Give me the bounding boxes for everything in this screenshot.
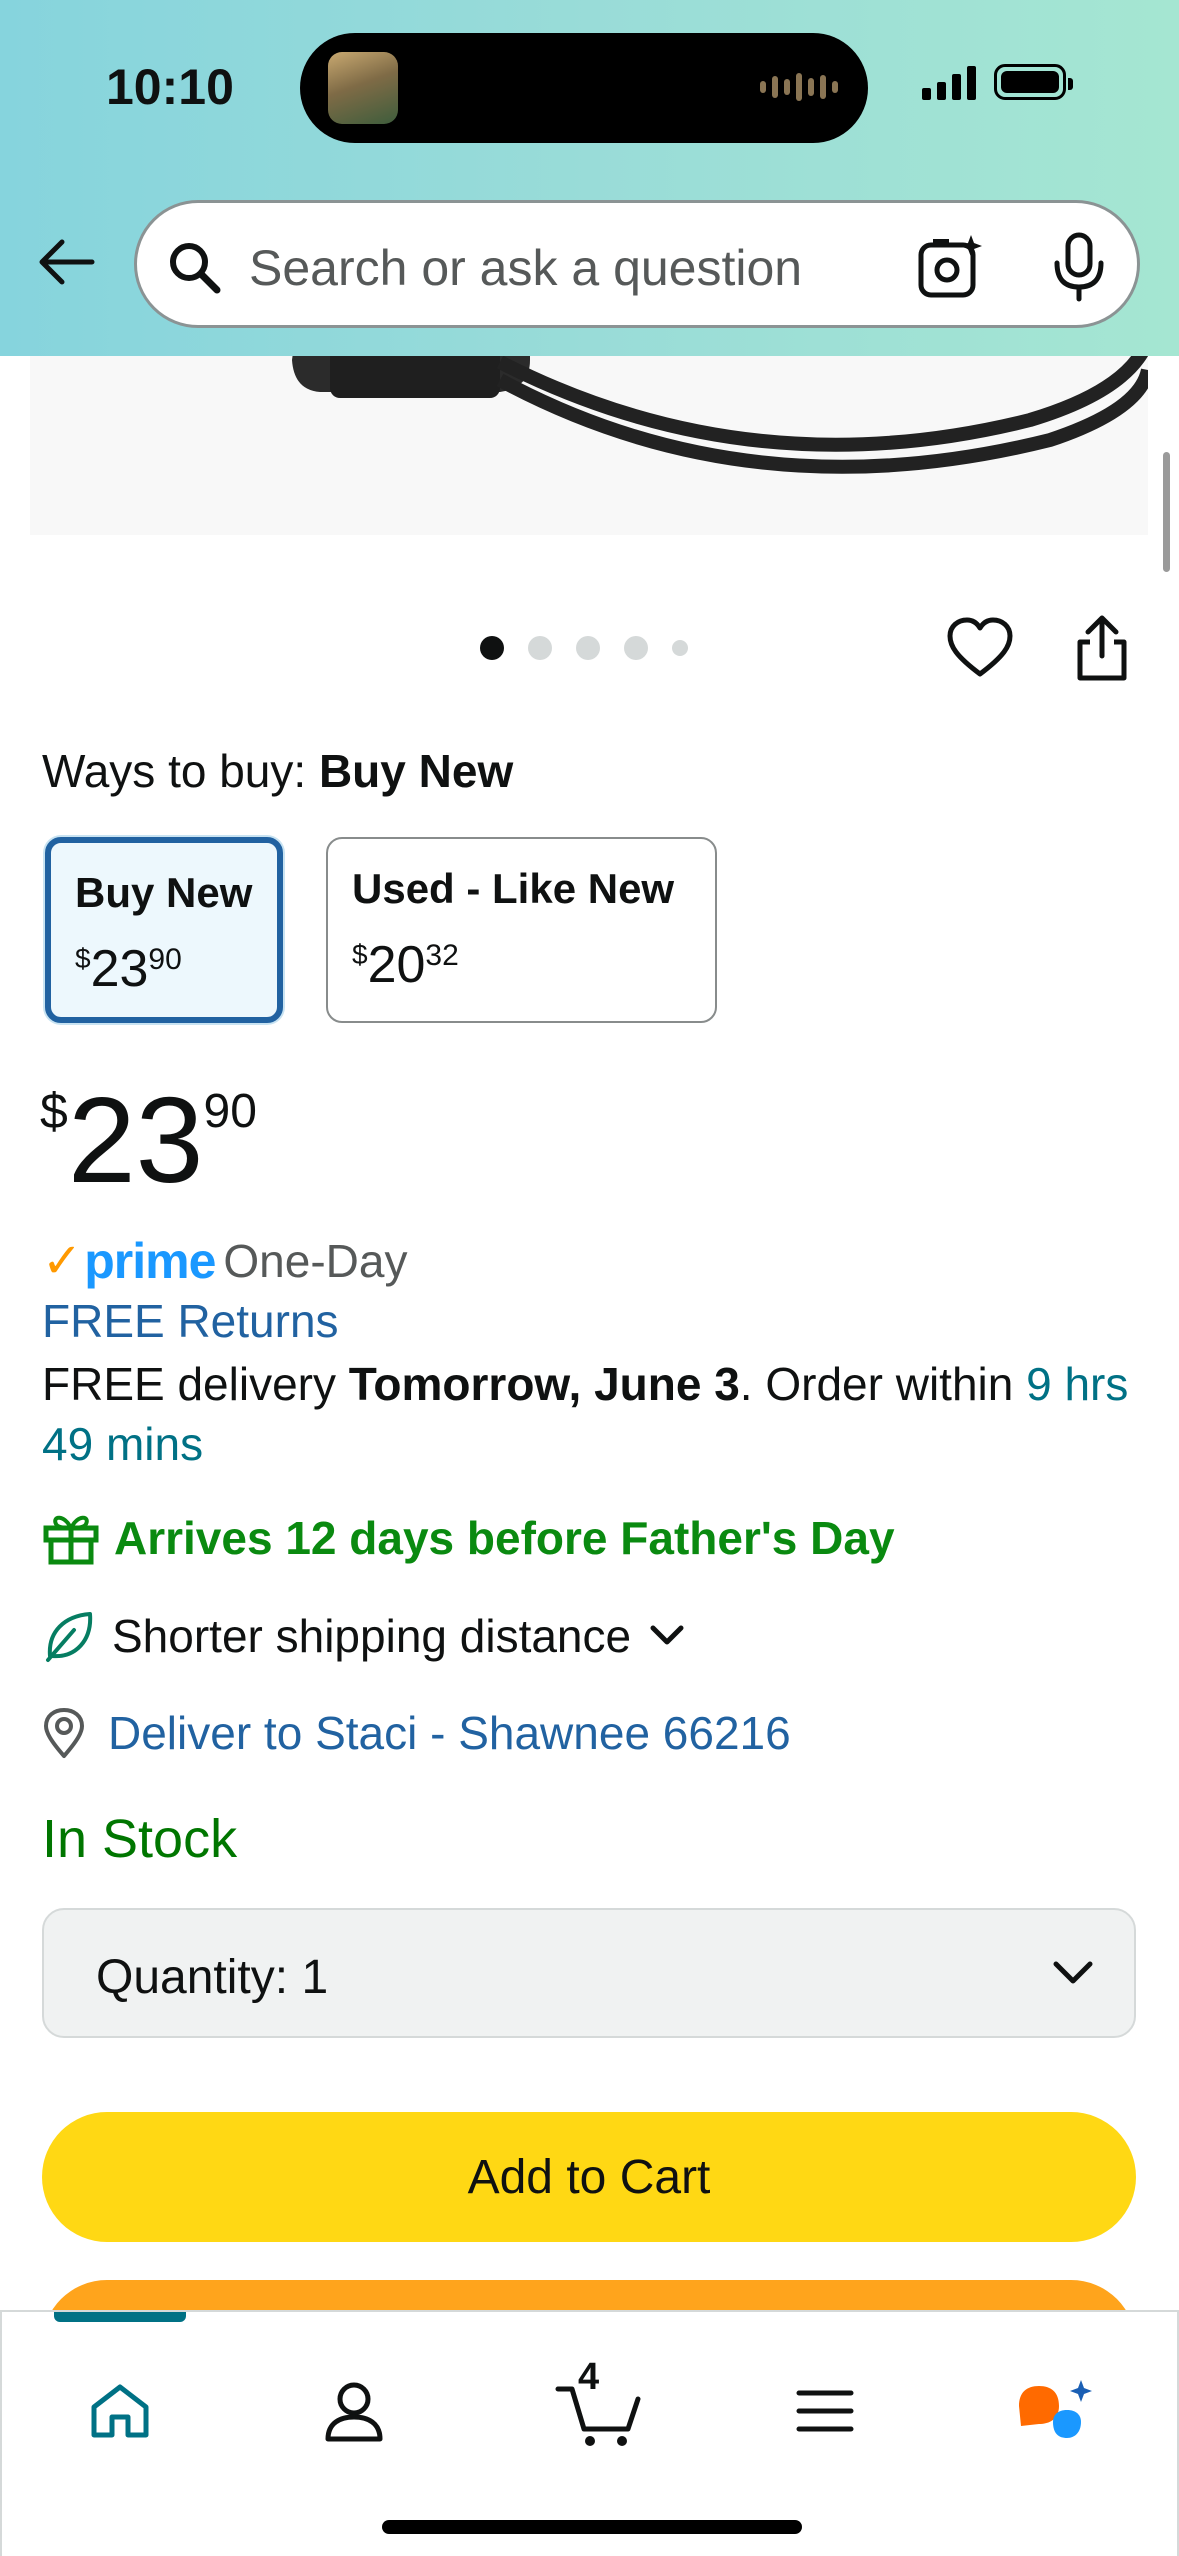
account-icon bbox=[325, 2382, 383, 2442]
microphone-icon[interactable] bbox=[1049, 231, 1109, 303]
home-indicator[interactable] bbox=[382, 2520, 802, 2534]
option-name: Used - Like New bbox=[352, 865, 675, 912]
search-bar[interactable]: Search or ask a question bbox=[134, 200, 1140, 328]
image-carousel-dots[interactable] bbox=[480, 636, 688, 660]
nav-rufus-assistant[interactable] bbox=[1000, 2356, 1110, 2466]
price-cents: 32 bbox=[425, 939, 459, 972]
search-input[interactable]: Search or ask a question bbox=[249, 239, 802, 297]
delivery-prefix: FREE delivery bbox=[42, 1358, 349, 1410]
active-tab-indicator bbox=[54, 2312, 186, 2322]
nav-home[interactable] bbox=[65, 2356, 175, 2466]
share-icon bbox=[1077, 615, 1127, 681]
delivery-middle: . Order within bbox=[739, 1358, 1027, 1410]
prime-check-icon: ✓ bbox=[42, 1235, 83, 1288]
add-to-cart-button[interactable]: Add to Cart bbox=[42, 2112, 1136, 2242]
gift-message-row: Arrives 12 days before Father's Day bbox=[42, 1510, 895, 1566]
heart-icon bbox=[947, 617, 1013, 677]
leaf-icon bbox=[46, 1612, 93, 1662]
buy-new-option[interactable]: Buy New $2390 bbox=[45, 837, 283, 1023]
deliver-to-link[interactable]: Deliver to Staci - Shawnee 66216 bbox=[42, 1706, 791, 1760]
used-like-new-option[interactable]: Used - Like New $2032 bbox=[326, 837, 717, 1023]
audio-waveform-icon bbox=[760, 73, 838, 101]
cellular-signal-icon bbox=[922, 64, 976, 100]
status-indicators bbox=[922, 64, 1073, 100]
quantity-label-text: Quantity: bbox=[96, 1951, 289, 2004]
shipping-distance-toggle[interactable]: Shorter shipping distance bbox=[42, 1608, 687, 1664]
nav-account[interactable] bbox=[299, 2356, 409, 2466]
share-button[interactable] bbox=[1072, 614, 1132, 687]
now-playing-artwork bbox=[328, 52, 398, 124]
stock-status: In Stock bbox=[42, 1809, 238, 1869]
hamburger-menu-icon bbox=[796, 2390, 854, 2432]
search-icon bbox=[170, 243, 221, 294]
deliver-to-text: Deliver to Staci - Shawnee 66216 bbox=[108, 1707, 791, 1759]
nav-menu[interactable] bbox=[770, 2356, 880, 2466]
price-dollars: 23 bbox=[67, 1072, 204, 1208]
free-returns-link[interactable]: FREE Returns bbox=[42, 1294, 339, 1348]
chevron-down-icon bbox=[650, 1625, 684, 1645]
prime-badge: ✓ prime One-Day bbox=[42, 1232, 407, 1290]
price-cents: 90 bbox=[148, 943, 182, 976]
home-icon bbox=[91, 2384, 149, 2438]
price-dollars: 23 bbox=[90, 940, 149, 998]
gift-icon bbox=[43, 1515, 99, 1565]
prime-logo: prime bbox=[84, 1233, 216, 1289]
ways-to-buy-label: Ways to buy: Buy New bbox=[42, 744, 513, 798]
currency-symbol: $ bbox=[352, 939, 368, 970]
quantity-label: Quantity: 1 bbox=[96, 1950, 328, 2005]
price-cents: 90 bbox=[203, 1085, 257, 1138]
carousel-dot[interactable] bbox=[480, 636, 504, 660]
dynamic-island[interactable] bbox=[300, 33, 868, 143]
shipping-note: Shorter shipping distance bbox=[112, 1610, 632, 1662]
scrollbar[interactable] bbox=[1163, 452, 1170, 572]
ways-to-buy-selected: Buy New bbox=[318, 745, 514, 797]
bottom-navigation: 4 bbox=[0, 2310, 1179, 2556]
battery-icon bbox=[994, 64, 1073, 100]
rufus-assistant-icon bbox=[1019, 2380, 1092, 2438]
ways-to-buy-prefix: Ways to buy: bbox=[42, 745, 319, 797]
delivery-date: Tomorrow, June 3 bbox=[348, 1358, 740, 1410]
product-price: $2390 bbox=[40, 1070, 257, 1210]
prime-speed: One-Day bbox=[223, 1235, 408, 1287]
carousel-dot[interactable] bbox=[576, 636, 600, 660]
cart-count-badge: 4 bbox=[578, 2356, 600, 2398]
option-price: $2032 bbox=[352, 935, 459, 995]
nav-cart[interactable]: 4 bbox=[534, 2356, 664, 2466]
delivery-message: FREE delivery Tomorrow, June 3. Order wi… bbox=[42, 1354, 1152, 1474]
carousel-dot[interactable] bbox=[672, 640, 688, 656]
option-name: Buy New bbox=[75, 869, 253, 916]
status-time: 10:10 bbox=[106, 59, 234, 115]
carousel-dot[interactable] bbox=[528, 636, 552, 660]
quantity-selector[interactable]: Quantity: 1 bbox=[42, 1908, 1136, 2038]
gift-message: Arrives 12 days before Father's Day bbox=[114, 1512, 895, 1564]
currency-symbol: $ bbox=[40, 1083, 68, 1139]
currency-symbol: $ bbox=[75, 943, 91, 974]
option-price: $2390 bbox=[75, 939, 182, 999]
quantity-value: 1 bbox=[301, 1951, 329, 2004]
header-bar: 10:10 Search or ask a question bbox=[0, 0, 1179, 356]
chevron-down-icon bbox=[1053, 1961, 1093, 1984]
carousel-dot[interactable] bbox=[624, 636, 648, 660]
back-button[interactable] bbox=[34, 230, 98, 294]
add-to-list-button[interactable] bbox=[946, 616, 1014, 685]
camera-lens-icon[interactable] bbox=[915, 231, 987, 303]
location-pin-icon bbox=[44, 1708, 84, 1758]
price-dollars: 20 bbox=[367, 936, 426, 994]
arrow-left-icon bbox=[39, 239, 95, 285]
